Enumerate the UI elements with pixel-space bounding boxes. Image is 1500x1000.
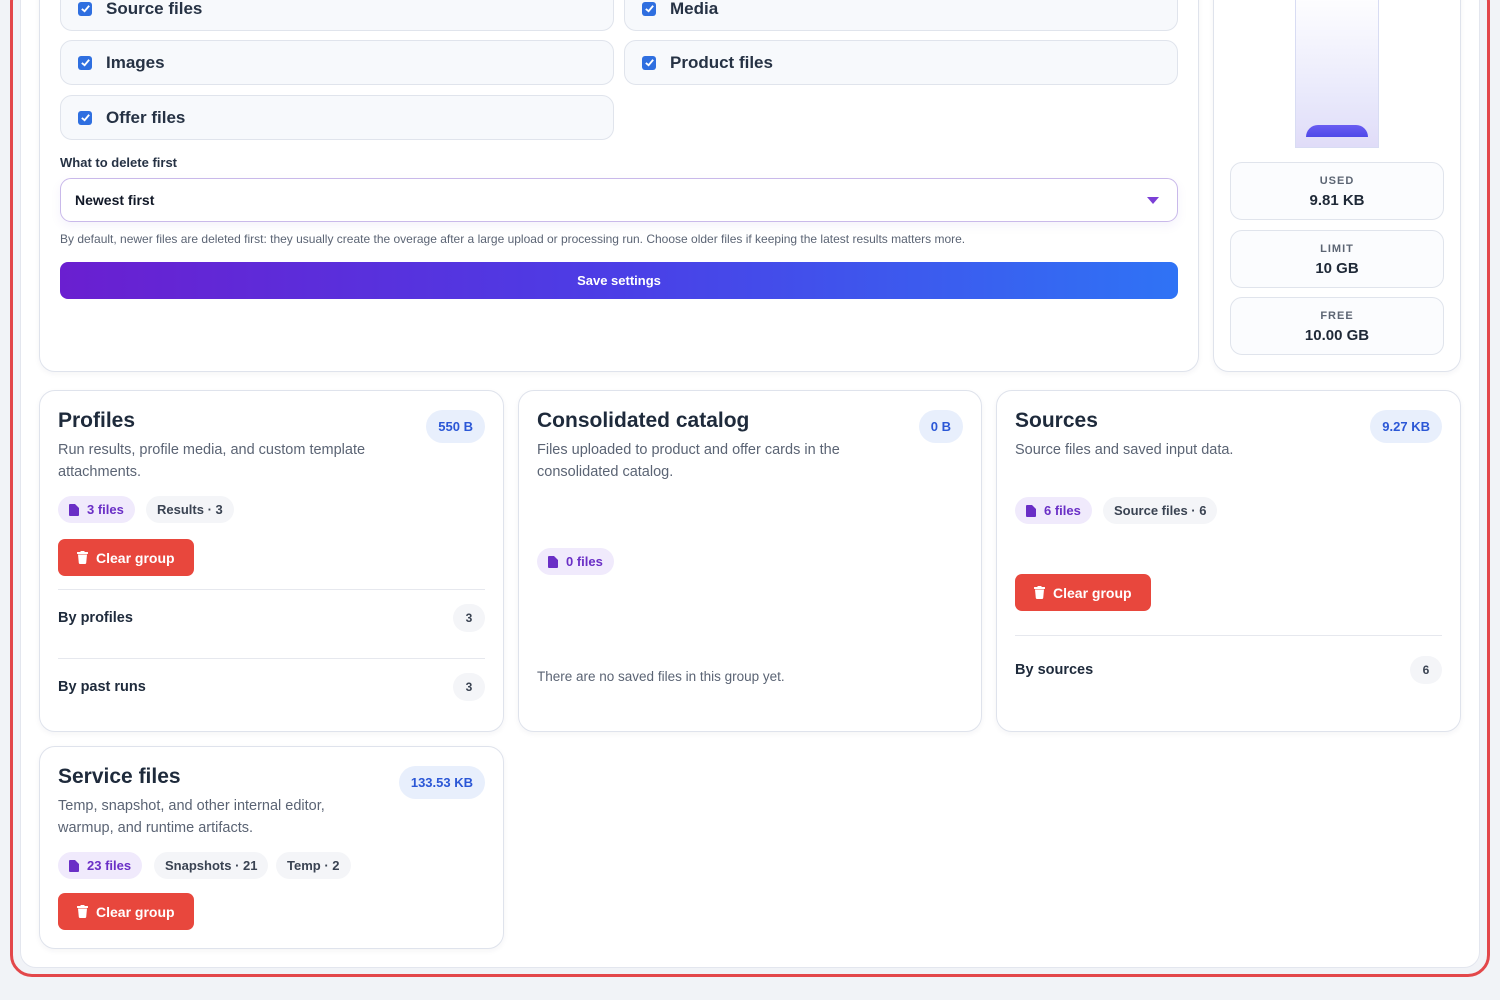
group-size-badge: 0 B: [918, 410, 963, 443]
files-count-label: 3 files: [87, 502, 124, 517]
category-chip: Snapshots · 21: [154, 852, 269, 879]
files-count-label: 23 files: [87, 858, 132, 873]
file-icon: [69, 859, 79, 872]
clear-group-button[interactable]: Clear group: [1015, 574, 1151, 611]
breakdown-by-profiles[interactable]: By profiles: [58, 610, 133, 626]
clear-group-button[interactable]: Clear group: [58, 893, 194, 930]
file-icon: [548, 555, 558, 568]
checkbox-checked-icon[interactable]: [78, 55, 92, 70]
stat-free-label: FREE: [1320, 310, 1354, 322]
checkbox-checked-icon[interactable]: [642, 55, 656, 70]
divider: [58, 658, 485, 659]
group-card-sources: Sources 9.27 KB Source files and saved i…: [996, 390, 1461, 732]
files-count-chip: 6 files: [1015, 497, 1092, 524]
breakdown-count: 3: [453, 673, 485, 701]
delete-order-select[interactable]: Newest first: [60, 178, 1178, 222]
type-option-label: Offer files: [106, 107, 186, 127]
group-title: Profiles: [58, 409, 136, 432]
file-icon: [69, 503, 79, 516]
group-title: Sources: [1015, 409, 1098, 432]
group-size-badge: 550 B: [426, 410, 485, 443]
group-title: Consolidated catalog: [537, 409, 750, 432]
group-card-service-files: Service files 133.53 KB Temp, snapshot, …: [39, 746, 504, 949]
group-size-badge: 133.53 KB: [398, 766, 485, 799]
type-option-images[interactable]: Images: [60, 40, 614, 85]
category-chip: Source files · 6: [1103, 497, 1218, 524]
chevron-down-icon: [1147, 197, 1159, 204]
delete-order-hint: By default, newer files are deleted firs…: [60, 232, 966, 246]
delete-order-label: What to delete first: [60, 155, 178, 170]
storage-gauge: [1295, 0, 1379, 148]
type-option-label: Media: [670, 0, 719, 18]
clear-group-button[interactable]: Clear group: [58, 539, 194, 576]
divider: [58, 589, 485, 590]
delete-order-value: Newest first: [75, 192, 155, 208]
stat-used-value: 9.81 KB: [1309, 192, 1365, 209]
group-description: Temp, snapshot, and other internal edito…: [58, 798, 325, 836]
divider: [1015, 635, 1442, 636]
checkbox-checked-icon[interactable]: [78, 1, 92, 16]
clear-group-label: Clear group: [1053, 584, 1132, 601]
file-icon: [1026, 504, 1036, 517]
clear-group-label: Clear group: [96, 903, 175, 920]
group-card-catalog: Consolidated catalog 0 B Files uploaded …: [518, 390, 982, 732]
stat-limit-value: 10 GB: [1315, 260, 1359, 277]
type-option-label: Product files: [670, 52, 773, 72]
trash-icon: [1034, 586, 1045, 599]
group-description: Run results, profile media, and custom t…: [58, 442, 366, 480]
type-option-source-files[interactable]: Source files: [60, 0, 614, 31]
group-title: Service files: [58, 765, 181, 788]
category-chip: Results · 3: [146, 496, 234, 523]
save-settings-button[interactable]: Save settings: [60, 262, 1178, 299]
storage-gauge-fill: [1306, 125, 1368, 137]
clear-group-label: Clear group: [96, 549, 175, 566]
category-chip: Temp · 2: [276, 852, 351, 879]
files-count-chip: 0 files: [537, 548, 614, 575]
group-description: Files uploaded to product and offer card…: [537, 442, 840, 480]
stat-limit-label: LIMIT: [1320, 243, 1354, 255]
checkbox-checked-icon[interactable]: [78, 110, 92, 125]
group-size-badge: 9.27 KB: [1370, 410, 1442, 443]
breakdown-count: 3: [453, 604, 485, 632]
checkbox-checked-icon[interactable]: [642, 1, 656, 16]
type-option-offer-files[interactable]: Offer files: [60, 95, 614, 140]
stat-free: FREE 10.00 GB: [1230, 297, 1444, 355]
group-description: Source files and saved input data.: [1015, 442, 1234, 458]
files-count-chip: 3 files: [58, 496, 135, 523]
breakdown-count: 6: [1410, 656, 1442, 684]
stat-used: USED 9.81 KB: [1230, 162, 1444, 220]
files-count-label: 0 files: [566, 554, 603, 569]
stat-limit: LIMIT 10 GB: [1230, 230, 1444, 288]
breakdown-by-past-runs[interactable]: By past runs: [58, 679, 146, 695]
type-option-media[interactable]: Media: [624, 0, 1178, 31]
type-option-product-files[interactable]: Product files: [624, 40, 1178, 85]
files-count-chip: 23 files: [58, 852, 143, 879]
trash-icon: [77, 551, 88, 564]
trash-icon: [77, 905, 88, 918]
group-card-profiles: Profiles 550 B Run results, profile medi…: [39, 390, 504, 732]
stat-used-label: USED: [1319, 175, 1355, 187]
stat-free-value: 10.00 GB: [1304, 327, 1370, 344]
files-count-label: 6 files: [1044, 503, 1081, 518]
empty-group-message: There are no saved files in this group y…: [537, 669, 785, 684]
breakdown-by-sources[interactable]: By sources: [1015, 662, 1093, 678]
type-option-label: Images: [106, 52, 165, 72]
type-option-label: Source files: [106, 0, 203, 18]
